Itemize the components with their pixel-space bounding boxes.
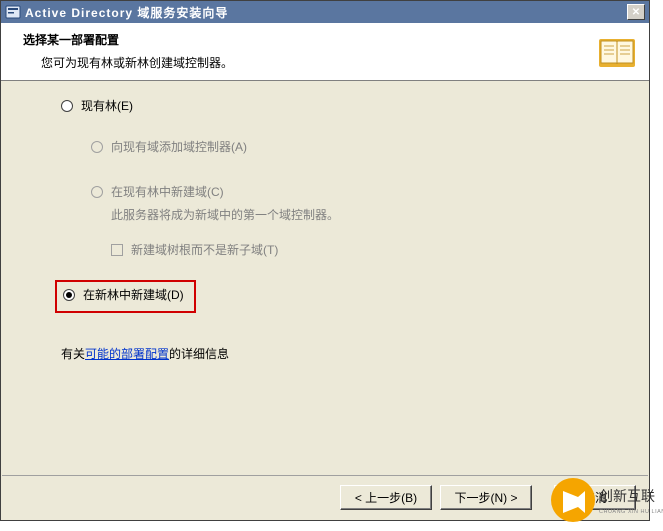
checkbox-label-not-new-child: 新建域树根而不是新子域(T) [131, 241, 278, 258]
wizard-content: 现有林(E) 向现有域添加域控制器(A) 在现有林中新建域(C) 此服务器将成为… [1, 81, 649, 362]
highlight-box: 在新林中新建域(D) [55, 280, 196, 313]
radio-existing-forest[interactable]: 现有林(E) [61, 97, 639, 114]
radio-label-existing-forest: 现有林(E) [81, 97, 133, 114]
window-title: Active Directory 域服务安装向导 [25, 4, 228, 21]
radio-label-new-domain: 在现有林中新建域(C) [111, 183, 224, 200]
radio-label-new-forest: 在新林中新建域(D) [83, 286, 184, 303]
radio-icon [91, 141, 103, 153]
checkbox-not-new-child: 新建域树根而不是新子域(T) [111, 241, 639, 258]
info-line: 有关可能的部署配置的详细信息 [61, 345, 639, 362]
radio-icon [63, 289, 75, 301]
page-title: 选择某一部署配置 [23, 31, 637, 48]
next-button[interactable]: 下一步(N) > [440, 485, 532, 510]
wizard-header: 选择某一部署配置 您可为现有林或新林创建域控制器。 [1, 23, 649, 81]
back-button[interactable]: < 上一步(B) [340, 485, 432, 510]
wizard-window: Active Directory 域服务安装向导 ✕ 选择某一部署配置 您可为现… [0, 0, 650, 521]
close-button[interactable]: ✕ [627, 4, 645, 20]
radio-label-add-dc: 向现有域添加域控制器(A) [111, 138, 247, 155]
radio-icon [91, 186, 103, 198]
cancel-button[interactable]: 取消 [554, 485, 636, 510]
radio-add-dc: 向现有域添加域控制器(A) [91, 138, 639, 155]
radio-icon [61, 100, 73, 112]
info-prefix: 有关 [61, 347, 85, 361]
wizard-footer: < 上一步(B) 下一步(N) > 取消 [2, 475, 648, 519]
possible-configs-link[interactable]: 可能的部署配置 [85, 347, 169, 361]
new-domain-desc: 此服务器将成为新域中的第一个域控制器。 [111, 206, 639, 223]
info-suffix: 的详细信息 [169, 347, 229, 361]
radio-new-domain-in-forest: 在现有林中新建域(C) [91, 183, 639, 200]
page-subtitle: 您可为现有林或新林创建域控制器。 [23, 54, 637, 71]
book-icon [597, 33, 637, 71]
radio-new-forest[interactable]: 在新林中新建域(D) [63, 286, 184, 303]
titlebar: Active Directory 域服务安装向导 ✕ [1, 1, 649, 23]
app-icon [5, 4, 21, 20]
checkbox-icon [111, 244, 123, 256]
